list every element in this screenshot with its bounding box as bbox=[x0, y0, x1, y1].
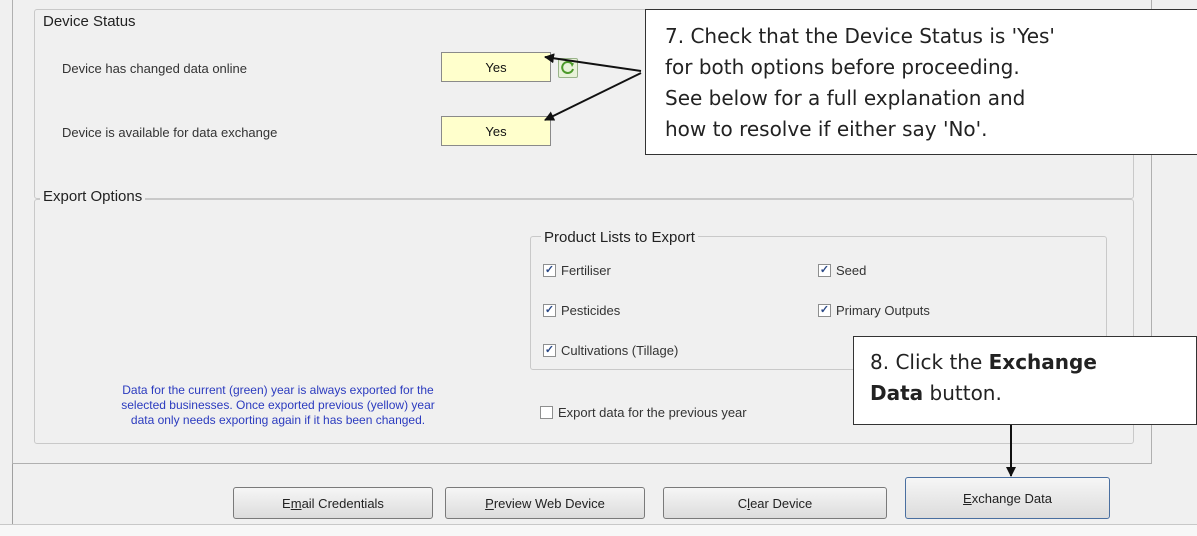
checkbox-pesticides-label: Pesticides bbox=[561, 303, 621, 318]
device-changed-field: Yes bbox=[441, 52, 551, 82]
callout-step-8-bold: Data bbox=[870, 381, 924, 405]
callout-step-7-line: for both options before proceeding. bbox=[665, 55, 1020, 79]
checkbox-seed-label: Seed bbox=[836, 263, 867, 278]
product-lists-title: Product Lists to Export bbox=[541, 229, 698, 246]
window-bottom-edge bbox=[0, 524, 1197, 536]
clear-device-pre: C bbox=[737, 495, 748, 511]
checkbox-cultivations[interactable]: ✓ Cultivations (Tillage) bbox=[543, 343, 678, 358]
callout-step-7-line: how to resolve if either say 'No'. bbox=[665, 117, 988, 141]
preview-web-device-label: review Web Device bbox=[493, 495, 605, 511]
checkbox-primary-outputs-box[interactable]: ✓ bbox=[818, 304, 831, 317]
export-note-line: data only needs exporting again if it ha… bbox=[130, 413, 426, 427]
preview-web-device-mnemonic: P bbox=[485, 495, 494, 511]
exchange-data-mnemonic: E bbox=[963, 490, 972, 506]
exchange-data-label: xchange Data bbox=[971, 490, 1052, 506]
callout-step-8-text: 8. Click the bbox=[870, 350, 989, 374]
checkbox-fertiliser[interactable]: ✓ Fertiliser bbox=[543, 263, 611, 278]
checkbox-seed-box[interactable]: ✓ bbox=[818, 264, 831, 277]
email-credentials-button[interactable]: Em ail Credentials bbox=[233, 487, 433, 519]
export-note: Data for the current (green) year is alw… bbox=[33, 383, 523, 428]
callout-step-8-text: button. bbox=[923, 381, 1002, 405]
checkbox-pesticides[interactable]: ✓ Pesticides bbox=[543, 303, 620, 318]
email-credentials-mnemonic: m bbox=[290, 495, 302, 511]
device-available-field: Yes bbox=[441, 116, 551, 146]
checkbox-seed[interactable]: ✓ Seed bbox=[818, 263, 866, 278]
device-status-title: Device Status bbox=[40, 13, 139, 30]
checkbox-cultivations-box[interactable]: ✓ bbox=[543, 344, 556, 357]
refresh-icon[interactable] bbox=[558, 58, 578, 78]
checkbox-primary-outputs[interactable]: ✓ Primary Outputs bbox=[818, 303, 930, 318]
exchange-data-button[interactable]: Exchange Data bbox=[905, 477, 1110, 519]
callout-step-8: 8. Click the Exchange Data button. bbox=[853, 336, 1197, 425]
checkbox-fertiliser-box[interactable]: ✓ bbox=[543, 264, 556, 277]
callout-step-8-bold: Exchange bbox=[988, 350, 1097, 374]
device-changed-label: Device has changed data online bbox=[62, 61, 248, 76]
checkbox-previous-year[interactable]: Export data for the previous year bbox=[540, 405, 747, 420]
callout-step-7-line: 7. Check that the Device Status is 'Yes' bbox=[665, 24, 1055, 48]
preview-web-device-button[interactable]: Preview Web Device bbox=[445, 487, 645, 519]
email-credentials-post: ail Credentials bbox=[301, 495, 384, 511]
device-available-label: Device is available for data exchange bbox=[62, 125, 278, 140]
callout-step-7: 7. Check that the Device Status is 'Yes'… bbox=[645, 9, 1197, 155]
export-note-line: selected businesses. Once exported previ… bbox=[121, 398, 435, 412]
clear-device-post: ear Device bbox=[750, 495, 813, 511]
export-note-line: Data for the current (green) year is alw… bbox=[122, 383, 434, 397]
clear-device-button[interactable]: Cl ear Device bbox=[663, 487, 887, 519]
checkbox-cultivations-label: Cultivations (Tillage) bbox=[561, 343, 679, 358]
checkbox-previous-year-label: Export data for the previous year bbox=[558, 405, 747, 420]
checkbox-previous-year-box[interactable] bbox=[540, 406, 553, 419]
email-credentials-pre: E bbox=[282, 495, 291, 511]
checkbox-pesticides-box[interactable]: ✓ bbox=[543, 304, 556, 317]
checkbox-fertiliser-label: Fertiliser bbox=[561, 263, 611, 278]
export-options-title: Export Options bbox=[40, 188, 146, 205]
callout-step-7-line: See below for a full explanation and bbox=[665, 86, 1026, 110]
checkbox-primary-outputs-label: Primary Outputs bbox=[836, 303, 930, 318]
